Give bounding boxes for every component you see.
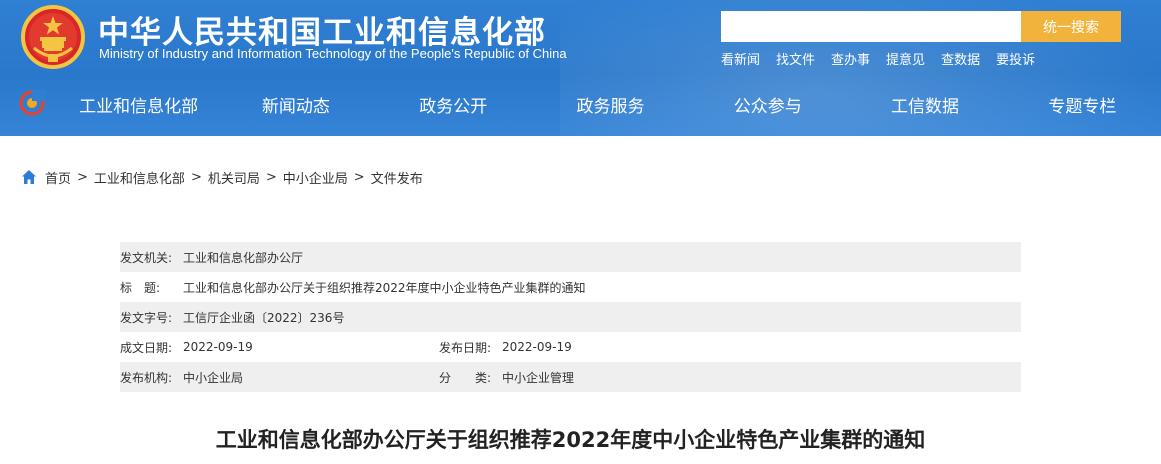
quick-link-files[interactable]: 找文件 xyxy=(776,49,815,68)
nav-item-gov-services[interactable]: 政务服务 xyxy=(532,84,689,124)
breadcrumb-separator: > xyxy=(353,169,365,185)
doc-number-label: 发文字号: xyxy=(120,310,173,325)
info-row-dates: 成文日期: 2022-09-19 发布日期: 2022-09-19 xyxy=(120,332,1021,362)
issuer-label: 发文机关: xyxy=(120,250,173,265)
org-value: 中小企业局 xyxy=(183,370,244,385)
breadcrumb: 首页 > 工业和信息化部 > 机关司局 > 中小企业局 > 文件发布 xyxy=(21,167,423,187)
quick-link-feedback[interactable]: 提意见 xyxy=(886,49,925,68)
breadcrumb-separator: > xyxy=(265,169,277,185)
search-input[interactable] xyxy=(721,11,1021,42)
article-title: 工业和信息化部办公厅关于组织推荐2022年度中小企业特色产业集群的通知 xyxy=(215,428,926,452)
category-value: 中小企业管理 xyxy=(502,370,575,385)
breadcrumb-documents[interactable]: 文件发布 xyxy=(371,168,423,187)
info-row-doc-number: 发文字号: 工信厅企业函〔2022〕236号 xyxy=(120,302,1021,332)
quick-link-news[interactable]: 看新闻 xyxy=(721,49,760,68)
main-nav: 工业和信息化部 新闻动态 政务公开 政务服务 公众参与 工信数据 专题专栏 xyxy=(60,84,1161,124)
nav-item-participation[interactable]: 公众参与 xyxy=(689,84,846,124)
title-label-part-2: 题: xyxy=(144,280,161,295)
site-subtitle: Ministry of Industry and Information Tec… xyxy=(99,46,567,61)
created-date-value: 2022-09-19 xyxy=(183,340,253,354)
info-row-org: 发布机构: 中小企业局 分 类: 中小企业管理 xyxy=(120,362,1021,392)
search-button[interactable]: 统一搜索 xyxy=(1021,11,1121,42)
doc-number-value: 工信厅企业函〔2022〕236号 xyxy=(183,310,345,325)
document-info-table: 发文机关: 工业和信息化部办公厅 标题: 工业和信息化部办公厅关于组织推荐202… xyxy=(120,242,1021,392)
published-date-value: 2022-09-19 xyxy=(502,340,572,354)
national-emblem-icon[interactable] xyxy=(20,4,86,70)
published-date-label: 发布日期: xyxy=(439,340,492,355)
ministry-logo-icon[interactable] xyxy=(19,90,45,116)
nav-item-gov-info[interactable]: 政务公开 xyxy=(375,84,532,124)
title-value: 工业和信息化部办公厅关于组织推荐2022年度中小企业特色产业集群的通知 xyxy=(183,280,586,295)
category-label: 分 类: xyxy=(439,370,492,385)
quick-links: 看新闻 找文件 查办事 提意见 查数据 要投诉 xyxy=(721,49,1051,68)
breadcrumb-miit[interactable]: 工业和信息化部 xyxy=(94,168,185,187)
breadcrumb-separator: > xyxy=(77,169,88,185)
quick-link-services[interactable]: 查办事 xyxy=(831,49,870,68)
info-row-issuer: 发文机关: 工业和信息化部办公厅 xyxy=(120,242,1021,272)
quick-link-data[interactable]: 查数据 xyxy=(941,49,980,68)
title-label-part-1: 标 xyxy=(120,280,133,295)
home-icon xyxy=(22,170,36,184)
nav-item-miit[interactable]: 工业和信息化部 xyxy=(60,84,217,124)
breadcrumb-departments[interactable]: 机关司局 xyxy=(208,168,260,187)
quick-link-complaint[interactable]: 要投诉 xyxy=(996,49,1035,68)
breadcrumb-separator: > xyxy=(190,169,202,185)
nav-item-topics[interactable]: 专题专栏 xyxy=(1004,84,1161,124)
breadcrumb-sme-bureau[interactable]: 中小企业局 xyxy=(283,168,348,187)
issuer-value: 工业和信息化部办公厅 xyxy=(183,250,304,265)
title-label: 标题: xyxy=(120,279,183,296)
nav-item-data[interactable]: 工信数据 xyxy=(846,84,1003,124)
breadcrumb-home[interactable]: 首页 xyxy=(45,168,71,187)
info-row-title: 标题: 工业和信息化部办公厅关于组织推荐2022年度中小企业特色产业集群的通知 xyxy=(120,272,1021,302)
nav-item-news[interactable]: 新闻动态 xyxy=(217,84,374,124)
created-date-label: 成文日期: xyxy=(120,340,173,355)
site-header: 中华人民共和国工业和信息化部 Ministry of Industry and … xyxy=(0,0,1161,136)
org-label: 发布机构: xyxy=(120,370,173,385)
